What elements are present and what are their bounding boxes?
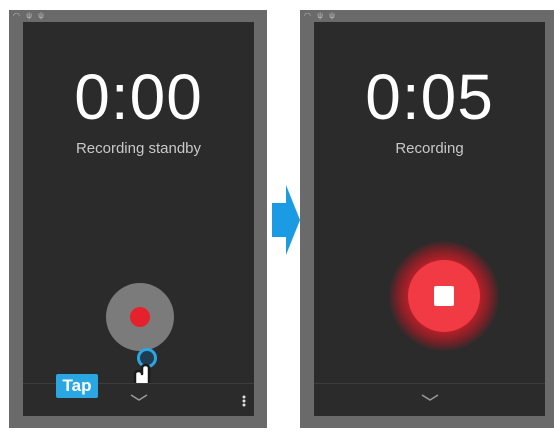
recording-status: Recording [395, 140, 464, 157]
overflow-menu-icon[interactable] [242, 395, 246, 407]
chevron-down-icon[interactable] [130, 393, 148, 403]
status-bar: ◠ ψ ψ [300, 10, 554, 22]
headset-icon: ◠ [304, 11, 311, 20]
usb-icon: ψ [38, 11, 44, 20]
timer-display: 0:05 [365, 61, 494, 133]
record-button[interactable] [106, 283, 174, 351]
headset-icon: ◠ [13, 11, 20, 20]
tap-label-badge: Tap [56, 374, 98, 398]
bottom-bar [314, 383, 545, 416]
record-dot-icon [130, 307, 150, 327]
phone-after: ◠ ψ ψ 0:05 Recording [300, 10, 554, 428]
recording-status: Recording standby [75, 140, 202, 157]
timer-display: 0:00 [74, 61, 203, 133]
arrow-right-icon [272, 185, 300, 255]
status-bar: ◠ ψ ψ [9, 10, 267, 22]
phone-before: ◠ ψ ψ 0:00 Recording standby [9, 10, 267, 428]
stop-icon [434, 286, 454, 306]
usb-icon: ψ [329, 11, 335, 20]
signal-icon: ψ [26, 11, 32, 20]
recorder-screen-standby: 0:00 Recording standby [23, 22, 254, 416]
stop-button[interactable] [408, 260, 480, 332]
signal-icon: ψ [317, 11, 323, 20]
chevron-down-icon[interactable] [421, 393, 439, 403]
recorder-screen-recording: 0:05 Recording [314, 22, 545, 416]
